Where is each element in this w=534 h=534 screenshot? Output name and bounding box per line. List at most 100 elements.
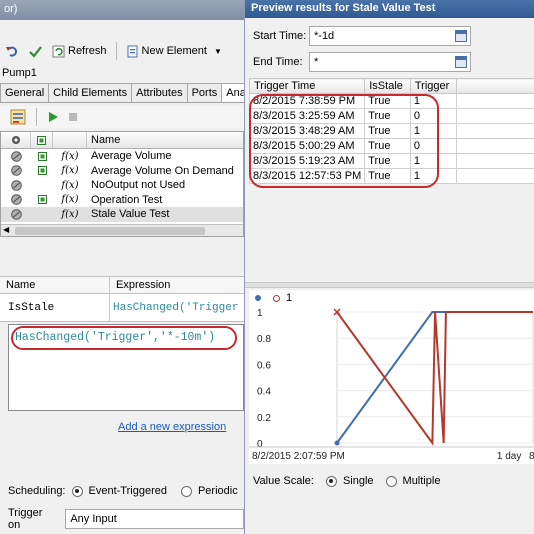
attribute-grid-icon[interactable] (10, 109, 26, 125)
tab-attributes[interactable]: Attributes (131, 83, 188, 102)
analysis-row-selected[interactable]: f(x) Stale Value Test (1, 207, 243, 222)
toolbar-separator (36, 108, 37, 126)
tab-general[interactable]: General (0, 83, 50, 102)
green-square-icon[interactable] (31, 164, 53, 179)
editor-toolbar: Refresh New Element ▼ (0, 38, 244, 64)
empty-cell (455, 108, 534, 124)
periodic-radio[interactable] (180, 485, 192, 497)
variable-name: IsStale (0, 294, 110, 321)
highlight-annotation (11, 326, 237, 350)
analysis-row[interactable]: f(x) Average Volume (1, 149, 243, 164)
green-square-icon[interactable] (31, 149, 53, 164)
green-square-icon (37, 135, 46, 145)
green-square-icon[interactable] (31, 193, 53, 208)
analysis-name: Operation Test (91, 193, 163, 206)
calendar-icon[interactable] (455, 30, 467, 42)
isstale-header: IsStale (364, 78, 411, 94)
value-scale-options: Value Scale: Single Multiple (253, 475, 440, 487)
expression-column-header: Expression (116, 279, 171, 291)
analysis-editor-pane: or) Refresh New Element ▼ Pump1 General … (0, 0, 244, 534)
function-icon: f(x) (61, 165, 79, 177)
undo-icon (6, 46, 18, 57)
multiple-scale-label: Multiple (402, 475, 441, 487)
analysis-name: Stale Value Test (91, 208, 170, 221)
status-icon (1, 207, 31, 222)
status-column-header (1, 132, 31, 148)
expression-table-header: Name Expression (0, 276, 244, 294)
analysis-row[interactable]: f(x) Operation Test (1, 193, 243, 208)
empty-cell (455, 138, 534, 154)
value-scale-label: Value Scale: (253, 475, 314, 487)
x-tick-label: 1 day (497, 451, 521, 462)
scheduling-options: Scheduling: Event-Triggered Periodic (8, 485, 238, 497)
trigger-on-select[interactable]: Any Input (65, 509, 244, 529)
empty-enabled-cell[interactable] (31, 178, 53, 193)
name-column-header: Name (0, 277, 110, 293)
play-icon[interactable] (47, 111, 59, 123)
analysis-name: Average Volume (91, 150, 172, 163)
window-title: or) (0, 0, 244, 20)
expression-value: HasChanged('Trigger (113, 302, 239, 314)
scroll-left-arrow-icon[interactable]: ◀ (3, 225, 9, 234)
empty-cell (455, 153, 534, 169)
scheduling-label: Scheduling: (8, 485, 66, 497)
refresh-icon (52, 45, 65, 57)
refresh-button[interactable]: Refresh (49, 41, 110, 61)
multiple-scale-radio[interactable] (385, 475, 397, 487)
highlight-annotation (249, 94, 439, 188)
end-time-row: End Time: * (253, 52, 471, 72)
single-scale-label: Single (342, 475, 374, 487)
stop-icon[interactable] (67, 111, 79, 123)
x-tick-label: 8/2/2015 2:07:59 PM (252, 451, 345, 462)
status-icon (1, 164, 31, 179)
empty-enabled-cell[interactable] (31, 207, 53, 222)
empty-cell (455, 168, 534, 184)
trigger-header: Trigger (409, 78, 457, 94)
y-tick-label: 0 (257, 439, 263, 450)
enabled-column-header (31, 132, 53, 148)
analysis-toolbar (0, 106, 244, 128)
function-icon: f(x) (61, 179, 79, 191)
end-time-input[interactable]: * (309, 52, 471, 72)
event-triggered-label: Event-Triggered (88, 485, 167, 497)
preview-results-pane: Preview results for Stale Value Test Sta… (244, 0, 534, 534)
check-in-button[interactable] (26, 41, 45, 61)
single-scale-radio[interactable] (325, 475, 337, 487)
add-expression-link[interactable]: Add a new expression (118, 421, 226, 433)
expression-row[interactable]: IsStale HasChanged('Trigger (0, 294, 244, 322)
calendar-icon[interactable] (455, 56, 467, 68)
function-icon: f(x) (61, 194, 79, 206)
empty-header (455, 78, 534, 94)
function-icon: f(x) (61, 150, 79, 162)
series-1-marker (334, 440, 340, 446)
start-time-input[interactable]: *-1d (309, 26, 471, 46)
preview-chart: 1 1 0.8 0.6 0.4 0.2 0 8/2/2015 2:07:59 PM 1 day… (249, 290, 534, 464)
status-icon (1, 149, 31, 164)
new-element-icon (127, 45, 138, 57)
analysis-name: Average Volume On Demand (91, 164, 234, 177)
pane-splitter[interactable] (245, 282, 534, 288)
preview-title: Preview results for Stale Value Test (245, 0, 534, 18)
start-time-value: *-1d (314, 30, 335, 42)
undo-button[interactable] (3, 41, 22, 61)
end-time-value: * (314, 56, 319, 68)
tab-analyses[interactable]: Anal (221, 83, 244, 102)
trigger-time-header: Trigger Time (248, 78, 366, 94)
event-triggered-radio[interactable] (71, 485, 83, 497)
analysis-row[interactable]: f(x) NoOutput not Used (1, 178, 243, 193)
element-name: Pump1 (2, 67, 37, 79)
grid-horizontal-scrollbar[interactable]: ◀ (1, 224, 243, 236)
analysis-row[interactable]: f(x) Average Volume On Demand (1, 164, 243, 179)
scrollbar-thumb[interactable] (15, 227, 205, 235)
status-header-icon (11, 136, 20, 144)
status-icon (1, 193, 31, 208)
tab-ports[interactable]: Ports (186, 83, 223, 102)
function-icon: f(x) (61, 208, 79, 220)
trigger-on-label: Trigger on (8, 507, 43, 531)
y-tick-label: 0.2 (257, 413, 271, 424)
tab-child-elements[interactable]: Child Elements (48, 83, 133, 102)
new-element-button[interactable]: New Element ▼ (123, 41, 225, 61)
y-tick-label: 0.4 (257, 387, 271, 398)
start-time-label: Start Time: (253, 30, 307, 42)
type-column-header (53, 132, 87, 148)
